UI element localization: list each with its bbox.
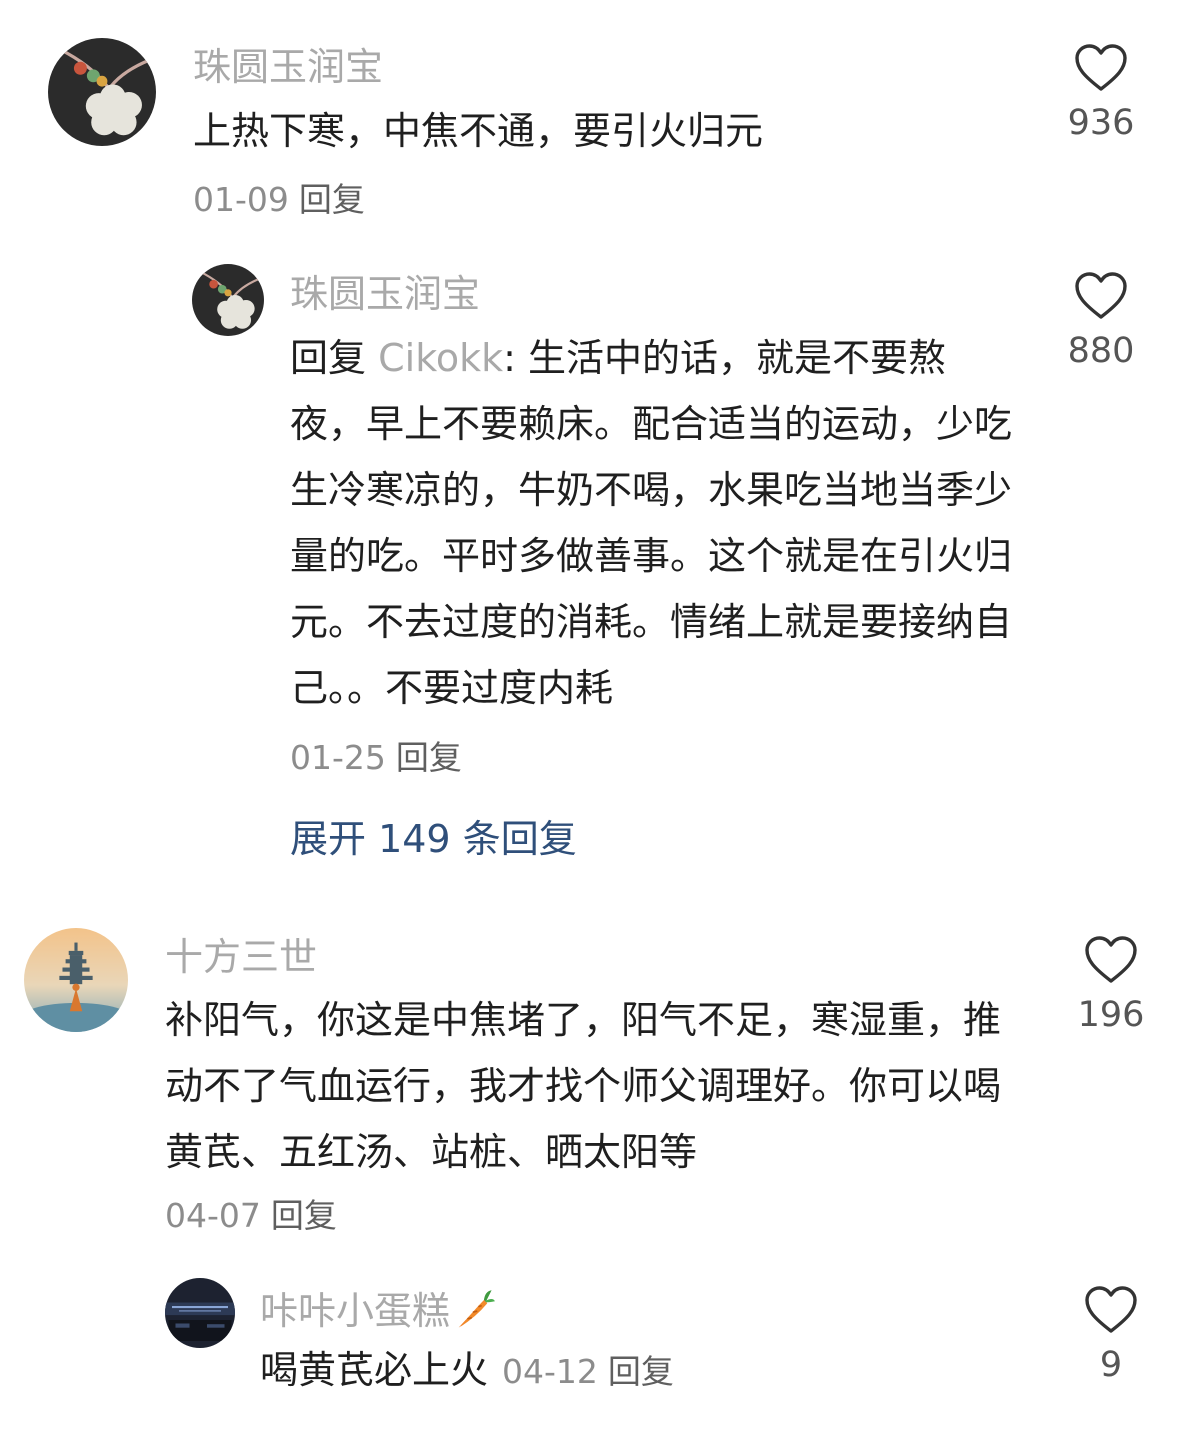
reply-body: : 生活中的话，就是不要熬夜，早上不要赖床。配合适当的运动，少吃生冷寒凉的，牛奶… — [290, 336, 1013, 710]
reply-username[interactable]: 咔咔小蛋糕 — [260, 1288, 496, 1332]
avatar[interactable] — [24, 928, 128, 1032]
like-button[interactable]: 9 — [1056, 1286, 1166, 1383]
reply-meta: 01-25 回复 — [290, 741, 462, 774]
heart-icon — [1085, 936, 1137, 983]
avatar[interactable] — [165, 1278, 235, 1348]
reply-button[interactable]: 回复 — [299, 180, 365, 219]
like-count: 936 — [1067, 103, 1135, 143]
comment-text: 上热下寒，中焦不通，要引火归元 — [193, 109, 764, 153]
like-button[interactable]: 880 — [1046, 272, 1156, 369]
comment-username[interactable]: 十方三世 — [165, 938, 317, 976]
reply-text: 回复 Cikokk: 生活中的话，就是不要熬夜，早上不要赖床。配合适当的运动，少… — [290, 325, 1020, 721]
comment-meta: 04-07 回复 — [165, 1199, 337, 1232]
jade-pendant-avatar-icon — [48, 38, 156, 146]
reply-text: 喝黄芪必上火 — [260, 1348, 489, 1392]
reply-prefix: 回复 — [290, 336, 367, 380]
reply-button[interactable]: 回复 — [271, 1196, 337, 1235]
like-count: 9 — [1099, 1345, 1123, 1385]
reply-meta: 04-12 回复 — [502, 1352, 674, 1391]
mention-link[interactable]: Cikokk — [378, 336, 503, 380]
reply-date: 04-12 — [502, 1352, 598, 1391]
comment-meta: 01-09 回复 — [193, 183, 365, 216]
avatar[interactable] — [192, 264, 264, 336]
comment-date: 01-09 — [193, 180, 289, 219]
expand-replies-link[interactable]: 展开 149 条回复 — [290, 820, 577, 858]
comment-date: 04-07 — [165, 1196, 261, 1235]
comment-username[interactable]: 珠圆玉润宝 — [193, 48, 383, 86]
heart-icon — [1085, 1286, 1137, 1333]
reply-button[interactable]: 回复 — [608, 1352, 674, 1391]
reply-username-text: 咔咔小蛋糕 — [260, 1289, 451, 1333]
heart-icon — [1075, 272, 1127, 319]
carrot-emoji-icon — [457, 1290, 495, 1329]
reply-date: 01-25 — [290, 738, 386, 777]
pagoda-sunset-avatar-icon — [24, 928, 128, 1032]
reply-username[interactable]: 珠圆玉润宝 — [290, 275, 480, 313]
comment-text: 补阳气，你这是中焦堵了，阳气不足，寒湿重，推动不了气血运行，我才找个师父调理好。… — [165, 998, 1002, 1174]
reply-text-line: 喝黄芪必上火 04-12 回复 — [260, 1337, 674, 1403]
dark-city-avatar-icon — [165, 1278, 235, 1348]
like-button[interactable]: 196 — [1056, 936, 1166, 1033]
like-count: 880 — [1067, 331, 1135, 371]
reply-button[interactable]: 回复 — [396, 738, 462, 777]
heart-icon — [1075, 44, 1127, 91]
like-button[interactable]: 936 — [1046, 44, 1156, 141]
avatar[interactable] — [48, 38, 156, 146]
jade-pendant-avatar-icon — [192, 264, 264, 336]
like-count: 196 — [1077, 995, 1145, 1035]
